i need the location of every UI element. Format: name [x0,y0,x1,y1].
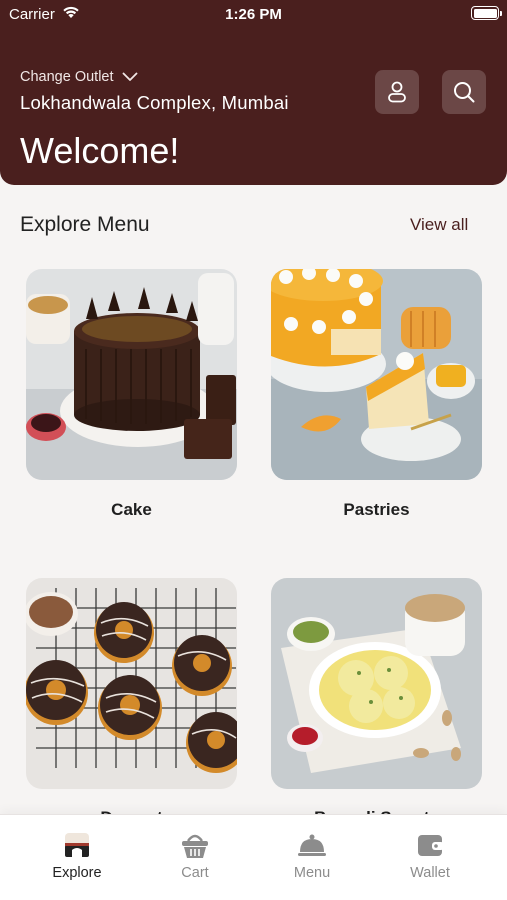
outlet-name[interactable]: Lokhandwala Complex, Mumbai [20,92,289,114]
tab-label-explore: Explore [52,865,102,881]
cloche-icon [298,834,326,856]
header: Carrier 1:26 PM Change Outlet Lokhandwal… [0,0,507,185]
view-all-link[interactable]: View all [410,215,468,235]
tab-label-cart: Cart [181,865,209,881]
pastries-image [271,269,482,480]
tab-label-menu: Menu [293,865,331,881]
change-outlet-button[interactable]: Change Outlet [20,69,138,85]
tab-menu[interactable]: Menu [262,831,362,881]
explore-menu-title: Explore Menu [20,213,150,236]
bengali-sweets-image [271,578,482,789]
category-card-pastries[interactable] [271,269,482,480]
basket-icon [182,834,208,858]
status-bar: Carrier 1:26 PM [0,0,507,28]
dessert-image [26,578,237,789]
category-label-cake[interactable]: Cake [26,500,237,520]
explore-screen: Carrier 1:26 PM Change Outlet Lokhandwal… [0,0,507,900]
category-card-dessert[interactable] [26,578,237,789]
change-outlet-label: Change Outlet [20,69,114,85]
tab-bar: Explore Cart Menu Wallet [0,814,507,900]
tab-explore[interactable]: Explore [27,831,127,881]
search-button[interactable] [442,70,486,114]
status-time: 1:26 PM [225,6,282,23]
tab-wallet[interactable]: Wallet [380,831,480,881]
category-label-pastries[interactable]: Pastries [271,500,482,520]
wallet-icon [418,835,444,856]
tab-cart[interactable]: Cart [145,831,245,881]
battery-icon [471,6,502,20]
search-icon [454,82,475,103]
chevron-down-icon [122,72,137,81]
category-card-bengali-sweets[interactable] [271,578,482,789]
profile-button[interactable] [375,70,419,114]
category-card-cake[interactable] [26,269,237,480]
cake-image [26,269,237,480]
store-icon [65,833,89,857]
welcome-title: Welcome! [20,130,180,171]
tab-label-wallet: Wallet [410,865,450,881]
profile-icon [388,81,406,103]
